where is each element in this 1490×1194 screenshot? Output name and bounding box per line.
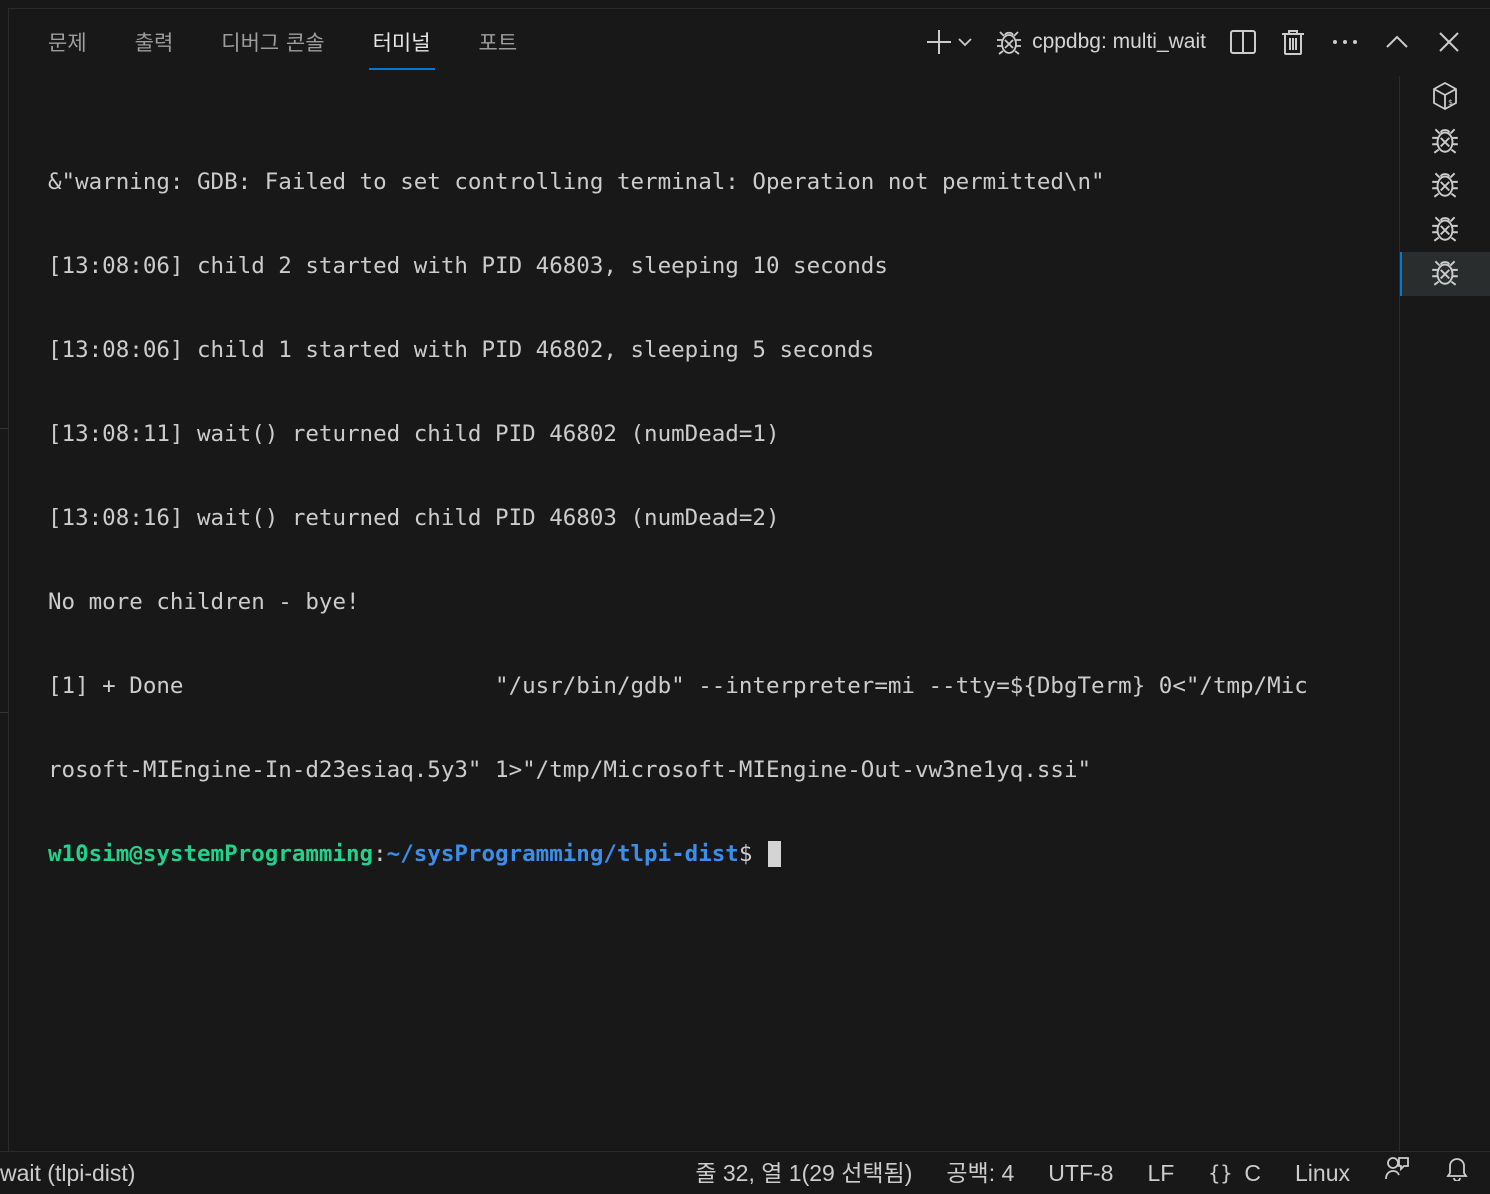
terminal-line: No more children - bye! <box>48 589 360 615</box>
status-cursor-position[interactable]: 줄 32, 열 1(29 선택됨) <box>695 1152 912 1194</box>
split-icon <box>1228 27 1258 57</box>
debug-icon <box>1429 168 1461 204</box>
left-gutter <box>0 0 8 1152</box>
plus-icon <box>924 27 954 57</box>
status-bar-right: 줄 32, 열 1(29 선택됨) 공백: 4 UTF-8 LF {} C Li… <box>661 1152 1470 1194</box>
terminal-cursor <box>767 841 781 867</box>
tab-output[interactable]: 출력 <box>135 24 174 70</box>
prompt-path: ~/sysProgramming/tlpi-dist <box>386 841 739 867</box>
terminal-tab-debug[interactable] <box>1400 120 1490 164</box>
split-terminal-button[interactable] <box>1228 27 1258 57</box>
debug-icon <box>1429 212 1461 248</box>
status-indentation[interactable]: 공백: 4 <box>946 1152 1014 1194</box>
trash-icon <box>1278 27 1308 57</box>
terminal-line: [13:08:16] wait() returned child PID 468… <box>48 505 780 531</box>
kill-terminal-button[interactable] <box>1278 27 1308 57</box>
status-launch-config[interactable]: wait (tlpi-dist) <box>0 1152 135 1194</box>
chevron-down-icon[interactable] <box>954 27 976 57</box>
prompt-symbol: $ <box>738 841 766 867</box>
tab-problems[interactable]: 문제 <box>48 24 87 70</box>
terminal-selector[interactable]: cppdbg: multi_wait <box>994 27 1228 57</box>
terminal-prompt-line[interactable]: w10sim@systemProgramming:~/sysProgrammin… <box>48 840 1368 868</box>
terminal-name: cppdbg: multi_wait <box>1032 30 1206 53</box>
status-eol[interactable]: LF <box>1147 1152 1174 1194</box>
terminal-line: [13:08:11] wait() returned child PID 468… <box>48 421 780 447</box>
terminal-line: [13:08:06] child 1 started with PID 4680… <box>48 337 875 363</box>
ellipsis-icon <box>1330 27 1360 57</box>
terminal-line: [1] + Done "/usr/bin/gdb" --interpreter=… <box>48 673 1308 699</box>
tab-ports[interactable]: 포트 <box>479 24 518 70</box>
bell-icon <box>1444 1152 1470 1194</box>
terminal-line: rosoft-MIEngine-In-d23esiaq.5y3" 1>"/tmp… <box>48 757 1092 783</box>
status-bar: wait (tlpi-dist) 줄 32, 열 1(29 선택됨) 공백: 4… <box>0 1151 1490 1194</box>
tab-terminal[interactable]: 터미널 <box>368 24 435 70</box>
terminal-line: &"warning: GDB: Failed to set controllin… <box>48 169 1105 195</box>
status-platform[interactable]: Linux <box>1295 1152 1350 1194</box>
debug-icon <box>1429 256 1461 292</box>
status-language[interactable]: {} C <box>1208 1152 1261 1194</box>
feedback-button[interactable] <box>1384 1152 1410 1194</box>
debug-icon <box>994 27 1024 57</box>
terminal-tab-debug[interactable] <box>1400 208 1490 252</box>
maximize-panel-button[interactable] <box>1382 27 1412 57</box>
terminal-tab-debug[interactable] <box>1400 164 1490 208</box>
close-panel-button[interactable] <box>1434 27 1464 57</box>
terminal-output[interactable]: &"warning: GDB: Failed to set controllin… <box>48 112 1368 896</box>
prompt-user: w10sim@systemProgramming <box>48 841 374 867</box>
braces-icon: {} <box>1208 1161 1233 1185</box>
terminal-tabs-list: $ <box>1399 76 1490 1152</box>
feedback-icon <box>1384 1152 1410 1194</box>
chevron-up-icon <box>1382 27 1412 57</box>
prompt-separator: : <box>373 841 387 867</box>
debug-icon <box>1429 124 1461 160</box>
shell-icon: $ <box>1430 81 1460 115</box>
terminal-tab-shell[interactable]: $ <box>1400 76 1490 120</box>
svg-text:$: $ <box>1448 98 1453 107</box>
more-actions-button[interactable] <box>1330 27 1360 57</box>
status-language-label: C <box>1244 1160 1262 1186</box>
close-icon <box>1434 27 1464 57</box>
terminal-tab-debug-active[interactable] <box>1400 252 1490 296</box>
terminal-toolbar: cppdbg: multi_wait <box>924 22 1464 62</box>
gutter-mark <box>0 428 8 429</box>
gutter-mark <box>0 712 8 713</box>
notifications-button[interactable] <box>1444 1152 1470 1194</box>
panel-tabs: 문제 출력 디버그 콘솔 터미널 포트 <box>48 24 565 70</box>
new-terminal-button[interactable] <box>924 27 976 57</box>
tab-debug-console[interactable]: 디버그 콘솔 <box>221 24 324 70</box>
status-encoding[interactable]: UTF-8 <box>1048 1152 1113 1194</box>
terminal-line: [13:08:06] child 2 started with PID 4680… <box>48 253 888 279</box>
